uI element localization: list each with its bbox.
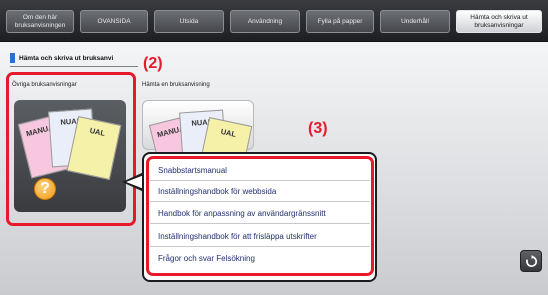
- callout-step2: (2): [143, 55, 163, 72]
- refresh-icon[interactable]: [520, 250, 542, 272]
- tab-ovansida[interactable]: OVANSIDA: [80, 10, 148, 33]
- highlight-step2: [6, 72, 136, 226]
- tab-utsida[interactable]: Utsida: [154, 10, 224, 33]
- tab-underhall[interactable]: Underhåll: [380, 10, 450, 33]
- heading-marker: [10, 53, 15, 63]
- tab-about-manual[interactable]: Om den här bruksanvisningen: [6, 10, 74, 33]
- label-download-manual: Hämta en bruksanvisning: [142, 82, 210, 88]
- top-tab-bar: Om den här bruksanvisningen OVANSIDA Uts…: [0, 0, 548, 42]
- tab-anvandning[interactable]: Användning: [230, 10, 300, 33]
- highlight-step3: [146, 156, 374, 276]
- callout-step3: (3): [308, 120, 328, 137]
- download-manual-tile[interactable]: MANUAL NUAL UAL: [142, 100, 254, 181]
- tab-fylla-pa-papper[interactable]: Fylla på papper: [306, 10, 374, 33]
- page-title: Hämta och skriva ut bruksanvi: [19, 54, 114, 62]
- heading-divider: [10, 66, 138, 67]
- page-heading: Hämta och skriva ut bruksanvi: [10, 52, 113, 64]
- tab-hamta-bruksanvisningar[interactable]: Hämta och skriva ut bruksanvisningar: [456, 10, 542, 33]
- refresh-icon-glyph: [525, 254, 537, 267]
